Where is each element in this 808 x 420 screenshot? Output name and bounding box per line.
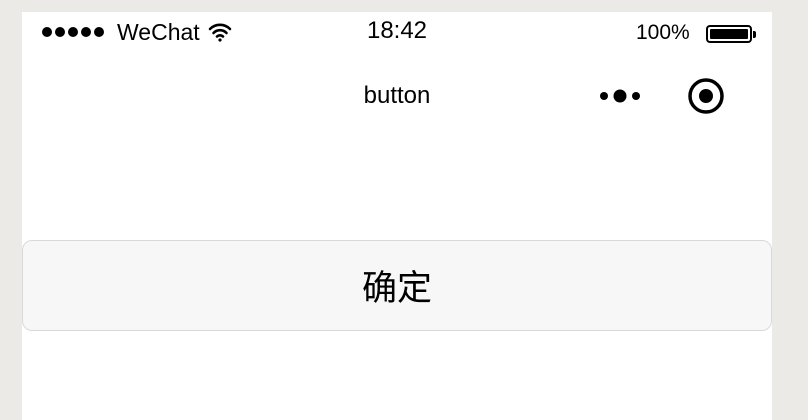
battery-icon xyxy=(706,25,752,43)
status-bar: WeChat 18:42 100% xyxy=(22,12,772,52)
confirm-button[interactable]: 确定 xyxy=(22,240,772,331)
battery-nub xyxy=(753,31,756,38)
page-title: button xyxy=(363,82,431,109)
close-icon[interactable] xyxy=(686,76,726,116)
battery-percent: 100% xyxy=(636,21,690,44)
more-icon[interactable] xyxy=(596,84,646,108)
phone-screen: WeChat 18:42 100% button 确定 xyxy=(22,12,772,420)
nav-bar: button xyxy=(22,52,772,140)
